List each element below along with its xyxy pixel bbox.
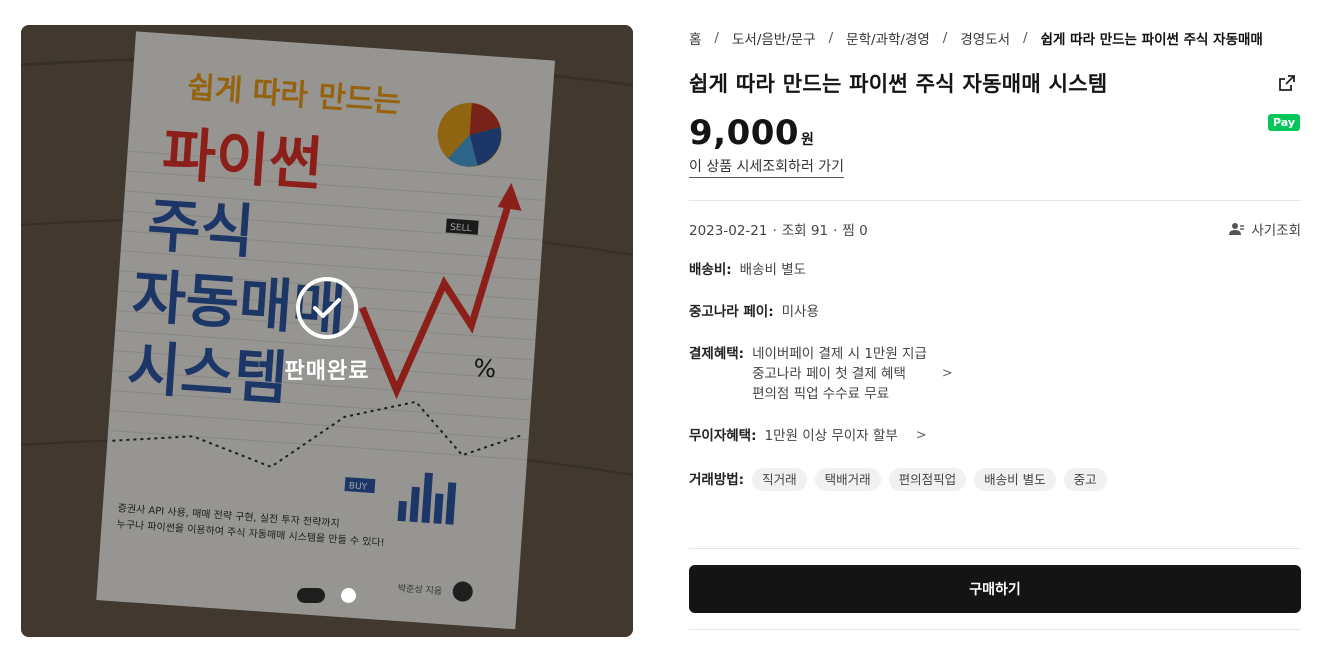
pay-badge: Pay: [1267, 114, 1300, 131]
trade-tag: 중고: [1063, 468, 1107, 491]
product-title: 쉽게 따라 만드는 파이썬 주식 자동매매 시스템: [689, 72, 1108, 96]
fraud-check-label: 사기조회: [1251, 223, 1301, 239]
benefit-field: 결제혜택: 네이버페이 결제 시 1만원 지급 중고나라 페이 첫 결제 혜택 >…: [689, 344, 1301, 404]
shipping-field: 배송비: 배송비 별도: [689, 260, 1301, 280]
user-search-icon: [1229, 223, 1245, 235]
benefit-item[interactable]: 중고나라 페이 첫 결제 혜택 >: [752, 364, 953, 384]
benefit-text: 중고나라 페이 첫 결제 혜택: [752, 366, 906, 382]
chevron-right-icon[interactable]: >: [916, 426, 927, 446]
pay-label: 중고나라 페이:: [689, 304, 774, 320]
divider: [689, 200, 1301, 201]
buy-button[interactable]: 구매하기: [689, 565, 1301, 613]
breadcrumb-item[interactable]: 도서/음반/문구: [732, 28, 816, 48]
trade-method-label: 거래방법:: [689, 471, 745, 488]
breadcrumb-item[interactable]: 경영도서: [960, 28, 1010, 48]
slide-indicator: [297, 588, 356, 603]
slide-dot-active[interactable]: [297, 588, 325, 603]
meta-row: 2023-02-21 · 조회 91 · 찜 0 사기조회: [689, 219, 1301, 239]
price-value: 9,000: [689, 113, 800, 153]
trade-tag: 배송비 별도: [974, 468, 1056, 491]
trade-tag: 택배거래: [814, 468, 881, 491]
sold-out-overlay: 판매완료: [21, 25, 633, 637]
benefit-text: 편의점 픽업 수수료 무료: [752, 386, 890, 402]
fraud-check-button[interactable]: 사기조회: [1229, 219, 1301, 239]
interest-value: 1만원 이상 무이자 할부: [764, 428, 898, 444]
price-unit: 원: [801, 132, 814, 148]
breadcrumb-item[interactable]: 문학/과학/경영: [846, 28, 930, 48]
product-info-panel: 홈 / 도서/음반/문구 / 문학/과학/경영 / 경영도서 / 쉽게 따라 만…: [689, 25, 1301, 630]
trade-tag: 직거래: [752, 468, 807, 491]
breadcrumb-separator: /: [1023, 30, 1028, 46]
price: 9,000 원: [689, 113, 814, 153]
title-row: 쉽게 따라 만드는 파이썬 주식 자동매매 시스템: [689, 68, 1301, 98]
post-date: 2023-02-21: [689, 223, 768, 239]
trade-tags: 직거래 택배거래 편의점픽업 배송비 별도 중고: [752, 468, 1107, 491]
breadcrumb: 홈 / 도서/음반/문구 / 문학/과학/경영 / 경영도서 / 쉽게 따라 만…: [689, 25, 1301, 51]
breadcrumb-current: 쉽게 따라 만드는 파이썬 주식 자동매매: [1040, 32, 1263, 48]
product-image-gallery[interactable]: 쉽게 따라 만드는 파이썬 주식 자동매매 시스템 SELL BUY % 증권사…: [21, 25, 633, 637]
slide-dot[interactable]: [341, 588, 356, 603]
trade-method-field: 거래방법: 직거래 택배거래 편의점픽업 배송비 별도 중고: [689, 468, 1301, 491]
trade-tag: 편의점픽업: [888, 468, 967, 491]
sold-out-label: 판매완료: [284, 359, 370, 384]
benefit-list: 네이버페이 결제 시 1만원 지급 중고나라 페이 첫 결제 혜택 > 편의점 픽…: [752, 344, 953, 404]
check-circle-icon: [296, 277, 358, 339]
breadcrumb-item[interactable]: 홈: [689, 28, 701, 48]
shipping-label: 배송비:: [689, 262, 732, 278]
price-row: 9,000 원 Pay: [689, 109, 1301, 153]
meta-info: 2023-02-21 · 조회 91 · 찜 0: [689, 223, 868, 239]
divider: [689, 548, 1301, 549]
divider: [689, 629, 1301, 630]
chevron-right-icon[interactable]: >: [942, 364, 953, 384]
like-count: 찜 0: [842, 223, 868, 239]
breadcrumb-separator: /: [942, 30, 948, 46]
breadcrumb-separator: /: [714, 30, 719, 46]
view-count: 조회 91: [781, 223, 829, 239]
benefit-item: 편의점 픽업 수수료 무료: [752, 384, 953, 404]
interest-label: 무이자혜택:: [689, 428, 757, 444]
benefit-text: 네이버페이 결제 시 1만원 지급: [752, 346, 927, 362]
pay-value: 미사용: [781, 304, 819, 320]
interest-field[interactable]: 무이자혜택: 1만원 이상 무이자 할부 >: [689, 426, 1301, 446]
benefit-item: 네이버페이 결제 시 1만원 지급: [752, 344, 953, 364]
product-page: 쉽게 따라 만드는 파이썬 주식 자동매매 시스템 SELL BUY % 증권사…: [0, 0, 1322, 650]
benefit-label: 결제혜택:: [689, 346, 745, 362]
pay-field: 중고나라 페이: 미사용: [689, 302, 1301, 322]
share-icon[interactable]: [1277, 73, 1297, 93]
shipping-value: 배송비 별도: [739, 262, 807, 278]
market-price-link[interactable]: 이 상품 시세조회하러 가기: [689, 156, 845, 178]
breadcrumb-separator: /: [828, 30, 834, 46]
